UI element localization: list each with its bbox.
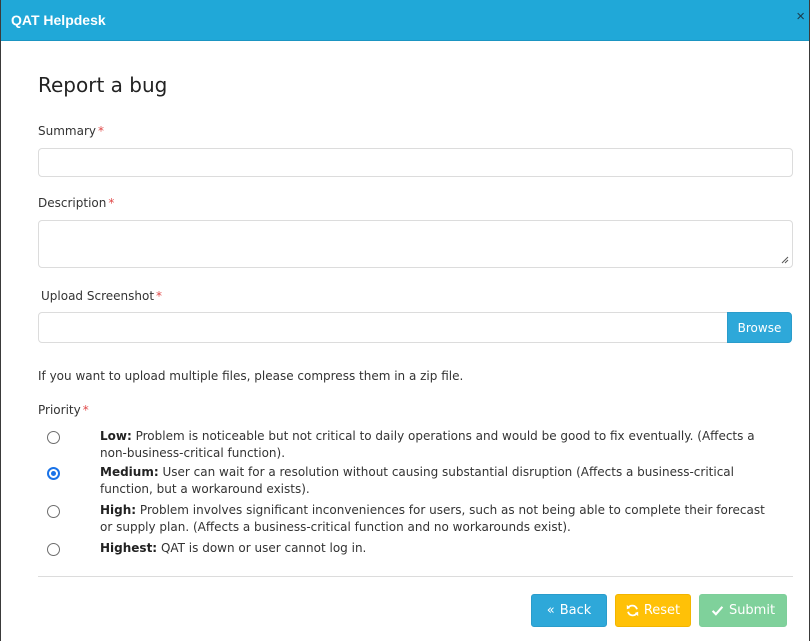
footer-divider: [38, 576, 793, 577]
priority-label-text: Priority: [38, 403, 81, 417]
close-icon[interactable]: ×: [796, 9, 805, 24]
resize-handle-icon[interactable]: [781, 256, 789, 264]
double-chevron-left-icon: «: [546, 603, 555, 618]
priority-name: Medium:: [100, 465, 159, 479]
required-marker: *: [98, 124, 104, 138]
priority-name: High:: [100, 503, 137, 517]
priority-description: User can wait for a resolution without c…: [100, 465, 734, 496]
upload-hint: If you want to upload multiple files, pl…: [38, 369, 464, 383]
submit-button[interactable]: Submit: [699, 594, 787, 627]
upload-label: Upload Screenshot *: [41, 289, 162, 303]
priority-option-high: High: Problem involves significant incon…: [100, 502, 780, 536]
back-button[interactable]: « Back: [531, 594, 607, 627]
priority-label: Priority *: [38, 403, 89, 417]
modal-header: QAT Helpdesk ×: [1, 0, 809, 41]
priority-option-low: Low: Problem is noticeable but not criti…: [100, 428, 780, 462]
required-marker: *: [108, 196, 115, 210]
priority-description: Problem is noticeable but not critical t…: [100, 429, 755, 460]
priority-option-highest: Highest: QAT is down or user cannot log …: [100, 540, 780, 557]
priority-option-medium: Medium: User can wait for a resolution w…: [100, 464, 780, 498]
summary-input[interactable]: [38, 148, 793, 177]
priority-description: Problem involves significant inconvenien…: [100, 503, 765, 534]
summary-label: Summary *: [38, 124, 104, 138]
description-label: Description *: [38, 196, 114, 210]
submit-button-label: Submit: [728, 603, 776, 618]
description-label-text: Description: [38, 196, 107, 210]
modal-title: QAT Helpdesk: [11, 12, 106, 28]
priority-radio-highest[interactable]: [47, 543, 60, 556]
priority-radio-low[interactable]: [47, 431, 60, 444]
check-icon: [711, 606, 724, 616]
required-marker: *: [82, 403, 89, 417]
priority-name: Highest:: [100, 541, 158, 555]
priority-name: Low:: [100, 429, 132, 443]
priority-radio-medium[interactable]: [47, 467, 60, 480]
browse-button[interactable]: Browse: [727, 312, 792, 343]
upload-label-text: Upload Screenshot: [41, 289, 155, 303]
page-title: Report a bug: [38, 73, 168, 97]
reset-button-label: Reset: [643, 603, 681, 618]
description-textarea[interactable]: [38, 220, 793, 268]
priority-radio-high[interactable]: [47, 505, 60, 518]
refresh-icon: [626, 604, 639, 617]
summary-label-text: Summary: [38, 124, 96, 138]
reset-button[interactable]: Reset: [615, 594, 691, 627]
priority-description: QAT is down or user cannot log in.: [160, 541, 367, 555]
file-path-input[interactable]: [38, 312, 728, 343]
report-bug-modal: QAT Helpdesk × Report a bug Summary * Des…: [0, 0, 810, 641]
required-marker: *: [156, 289, 163, 303]
back-button-label: Back: [559, 603, 592, 618]
